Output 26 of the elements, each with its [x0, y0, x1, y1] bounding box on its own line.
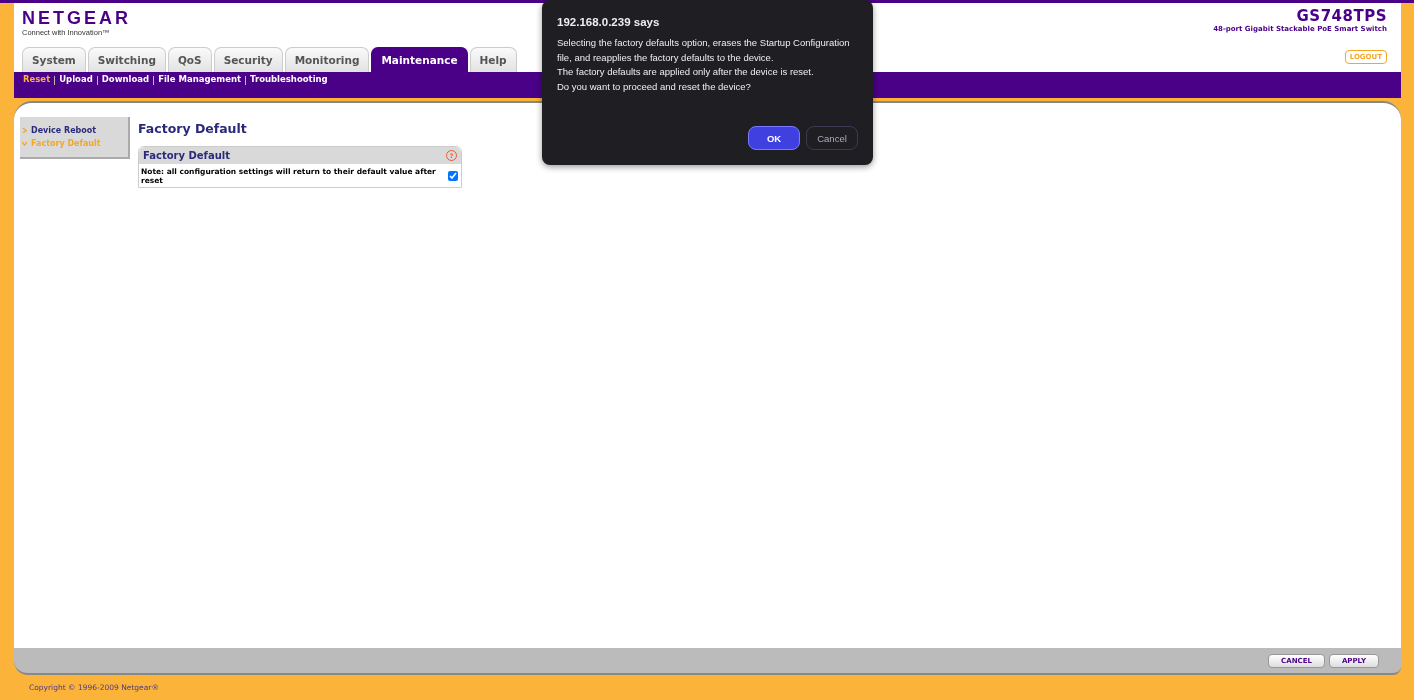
page-title: Factory Default: [138, 121, 248, 136]
brand-logo: NETGEAR: [22, 8, 132, 28]
subnav-link[interactable]: Reset: [23, 74, 51, 84]
nav-tab[interactable]: System: [22, 47, 86, 72]
panel-title: Factory Default: [143, 150, 230, 161]
nav-tab[interactable]: Help: [469, 47, 517, 72]
dialog-message: The factory defaults are applied only after the device is reset.: [557, 65, 815, 79]
chevron-icon: [22, 141, 27, 146]
dialog-message: Do you want to proceed and reset the device?: [557, 79, 752, 94]
nav-tab[interactable]: Maintenance: [371, 47, 468, 72]
subnav-link[interactable]: File Management: [158, 74, 242, 84]
subnav-link[interactable]: Upload: [59, 74, 93, 84]
subnav-link[interactable]: Download: [101, 74, 150, 84]
model-name: GS748TPS: [1296, 7, 1387, 25]
subnav-link[interactable]: Troubleshooting: [250, 74, 328, 84]
nav-tab[interactable]: Monitoring: [284, 47, 370, 72]
cancel-button[interactable]: Cancel: [806, 126, 858, 150]
chevron-icon: [22, 128, 27, 133]
ok-button[interactable]: OK: [748, 126, 800, 150]
sidebar-item[interactable]: Device Reboot: [22, 126, 128, 135]
nav-tab[interactable]: Security: [213, 47, 283, 72]
dialog-title: 192.168.0.239 says: [557, 16, 661, 28]
dialog-message: Selecting the factory defaults option, erases the Startup Configuration file, and reapplies the factory defaults to the device.: [557, 36, 851, 65]
nav-tab[interactable]: Switching: [87, 47, 166, 72]
nav-tab[interactable]: QoS: [167, 47, 212, 72]
checkbox[interactable]: [448, 171, 458, 181]
